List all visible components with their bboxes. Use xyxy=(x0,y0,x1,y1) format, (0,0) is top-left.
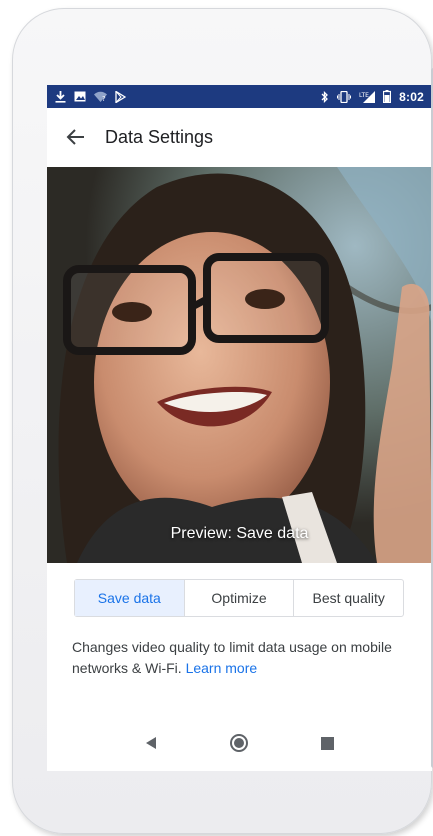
arrow-back-icon xyxy=(66,129,84,145)
phone-frame: ? LTE 8:02 Data Settings Preview: Save d… xyxy=(12,8,433,834)
play-store-icon xyxy=(115,90,126,103)
download-icon xyxy=(55,90,66,103)
status-left-icons: ? xyxy=(55,90,126,103)
nav-back-icon xyxy=(146,737,157,749)
vibrate-icon xyxy=(337,90,352,103)
status-bar: ? LTE 8:02 xyxy=(47,85,432,108)
option-best-quality[interactable]: Best quality xyxy=(293,580,403,616)
navigation-bar xyxy=(47,715,432,771)
svg-text:?: ? xyxy=(102,95,106,102)
app-bar: Data Settings xyxy=(47,108,432,166)
learn-more-link[interactable]: Learn more xyxy=(186,660,258,676)
page-title: Data Settings xyxy=(105,126,214,147)
nav-home-icon xyxy=(230,734,249,752)
nav-back-button[interactable] xyxy=(135,727,167,759)
lte-signal-icon: LTE xyxy=(359,90,376,103)
image-icon xyxy=(74,91,86,102)
status-time: 8:02 xyxy=(399,89,424,104)
wifi-icon: ? xyxy=(94,91,107,102)
option-save-data[interactable]: Save data xyxy=(75,580,184,616)
option-optimize[interactable]: Optimize xyxy=(183,580,294,616)
nav-home-button[interactable] xyxy=(223,727,255,759)
phone-screen: ? LTE 8:02 Data Settings Preview: Save d… xyxy=(47,85,432,771)
status-right-icons: LTE 8:02 xyxy=(321,90,424,104)
nav-recents-icon xyxy=(321,736,335,750)
network-label: LTE xyxy=(359,92,369,99)
back-button[interactable] xyxy=(51,112,101,162)
video-preview[interactable]: Preview: Save data xyxy=(47,167,432,563)
preview-image xyxy=(47,167,432,563)
quality-segmented-control: Save data Optimize Best quality xyxy=(74,579,404,617)
quality-description: Changes video quality to limit data usag… xyxy=(72,637,402,679)
battery-icon xyxy=(383,90,392,103)
nav-recents-button[interactable] xyxy=(312,727,344,759)
bluetooth-icon xyxy=(321,90,329,103)
preview-caption: Preview: Save data xyxy=(170,525,309,542)
